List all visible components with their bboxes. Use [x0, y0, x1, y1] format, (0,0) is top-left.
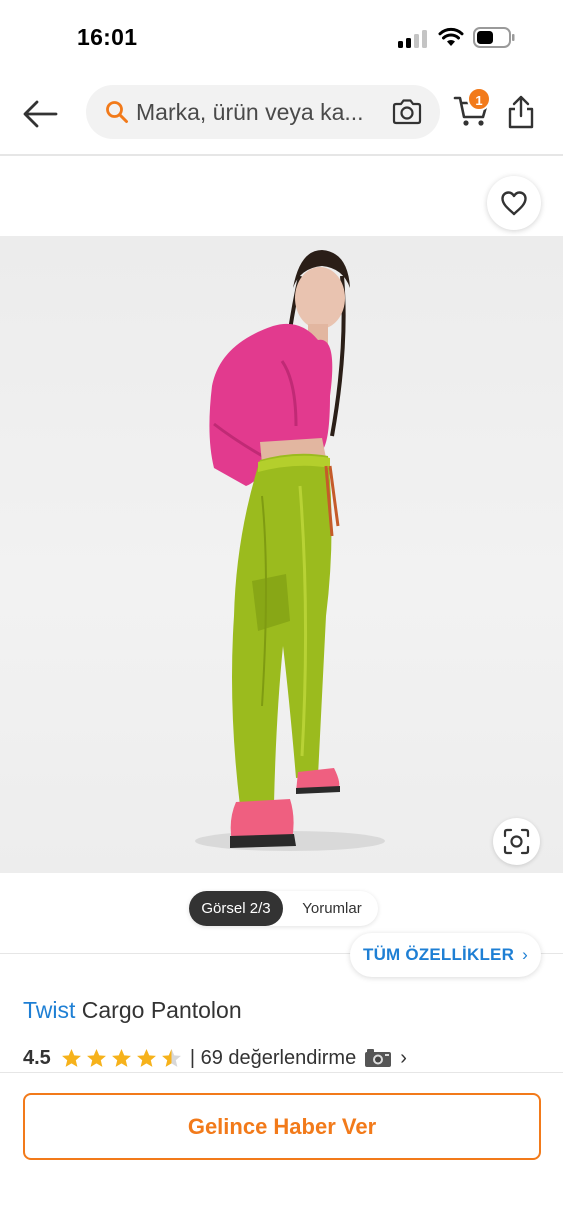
rating-stars [61, 1048, 182, 1069]
lens-scan-icon [503, 828, 530, 855]
status-time: 16:01 [77, 24, 138, 50]
all-features-label: TÜM ÖZELLİKLER [363, 945, 515, 964]
visual-search-button[interactable] [391, 97, 423, 127]
star-icon [61, 1048, 81, 1067]
review-count: | 69 değerlendirme [189, 1046, 357, 1069]
gallery-tabs: Görsel 2/3 Yorumlar [189, 891, 378, 926]
back-button[interactable] [20, 94, 60, 134]
battery-icon [473, 27, 515, 48]
star-icon [136, 1048, 156, 1067]
photo-camera-icon [365, 1049, 392, 1067]
all-features-button[interactable]: TÜM ÖZELLİKLER › [350, 933, 541, 977]
back-arrow-icon [23, 100, 58, 128]
tab-reviews[interactable]: Yorumlar [286, 891, 378, 926]
notify-when-available-button[interactable]: Gelince Haber Ver [23, 1093, 541, 1160]
search-bar[interactable] [86, 85, 440, 139]
share-button[interactable] [506, 94, 536, 130]
product-image[interactable] [0, 236, 563, 873]
lens-search-button[interactable] [493, 818, 540, 865]
search-input[interactable] [136, 85, 384, 139]
search-header: 1 [0, 76, 563, 154]
star-icon [86, 1048, 106, 1067]
tab-images[interactable]: Görsel 2/3 [189, 891, 283, 926]
share-icon [508, 95, 534, 129]
bottom-divider [0, 1072, 563, 1073]
rating-row: 4.5 | 69 değerlendirme › [23, 1044, 407, 1072]
cellular-signal-icon [398, 28, 430, 48]
rating-value: 4.5 [23, 1046, 51, 1069]
product-name: Cargo Pantolon [81, 997, 242, 1023]
chevron-right-icon: › [522, 945, 528, 964]
status-bar: 16:01 [0, 0, 563, 76]
half-star-icon [161, 1048, 181, 1067]
brand-link[interactable]: Twist [23, 997, 75, 1023]
camera-icon [392, 99, 422, 125]
product-photo [195, 250, 385, 851]
heart-icon [501, 191, 527, 216]
wifi-icon [438, 27, 464, 46]
reviews-link[interactable]: | 69 değerlendirme › [190, 1047, 407, 1070]
header-divider [0, 154, 563, 156]
search-icon [106, 101, 128, 123]
chevron-right-icon: › [400, 1046, 407, 1069]
favorite-button[interactable] [487, 176, 541, 230]
star-icon [111, 1048, 131, 1067]
cart-badge: 1 [467, 87, 491, 111]
product-title: Twist Cargo Pantolon [23, 997, 242, 1024]
